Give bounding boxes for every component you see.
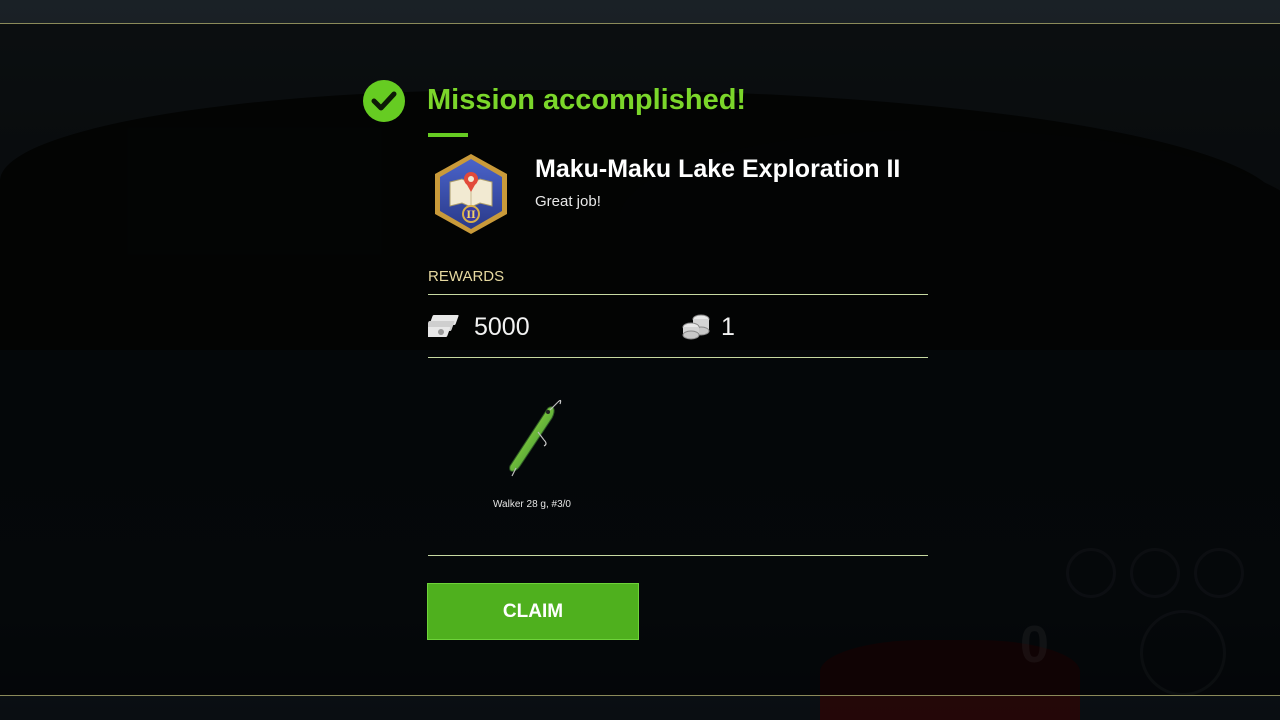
title-underline <box>428 133 468 137</box>
money-reward-value: 5000 <box>474 313 530 341</box>
coins-icon <box>681 312 711 345</box>
mission-subtitle: Great job! <box>535 193 601 210</box>
mission-complete-dialog: Mission accomplished! II Maku-Maku Lake … <box>0 0 1280 720</box>
mission-name: Maku-Maku Lake Exploration II <box>535 155 901 183</box>
mission-badge-map-icon: II <box>432 152 510 236</box>
rewards-heading: REWARDS <box>428 268 505 285</box>
status-title: Mission accomplished! <box>427 84 747 116</box>
reward-item-label: Walker 28 g, #3/0 <box>492 499 571 510</box>
claim-button[interactable]: CLAIM <box>427 583 639 640</box>
divider <box>428 294 928 295</box>
svg-text:II: II <box>466 210 476 221</box>
lure-icon <box>498 396 568 485</box>
divider <box>428 357 928 358</box>
money-icon <box>421 312 462 345</box>
divider <box>428 555 928 556</box>
checkmark-icon <box>363 80 405 122</box>
coins-reward-value: 1 <box>721 313 735 341</box>
